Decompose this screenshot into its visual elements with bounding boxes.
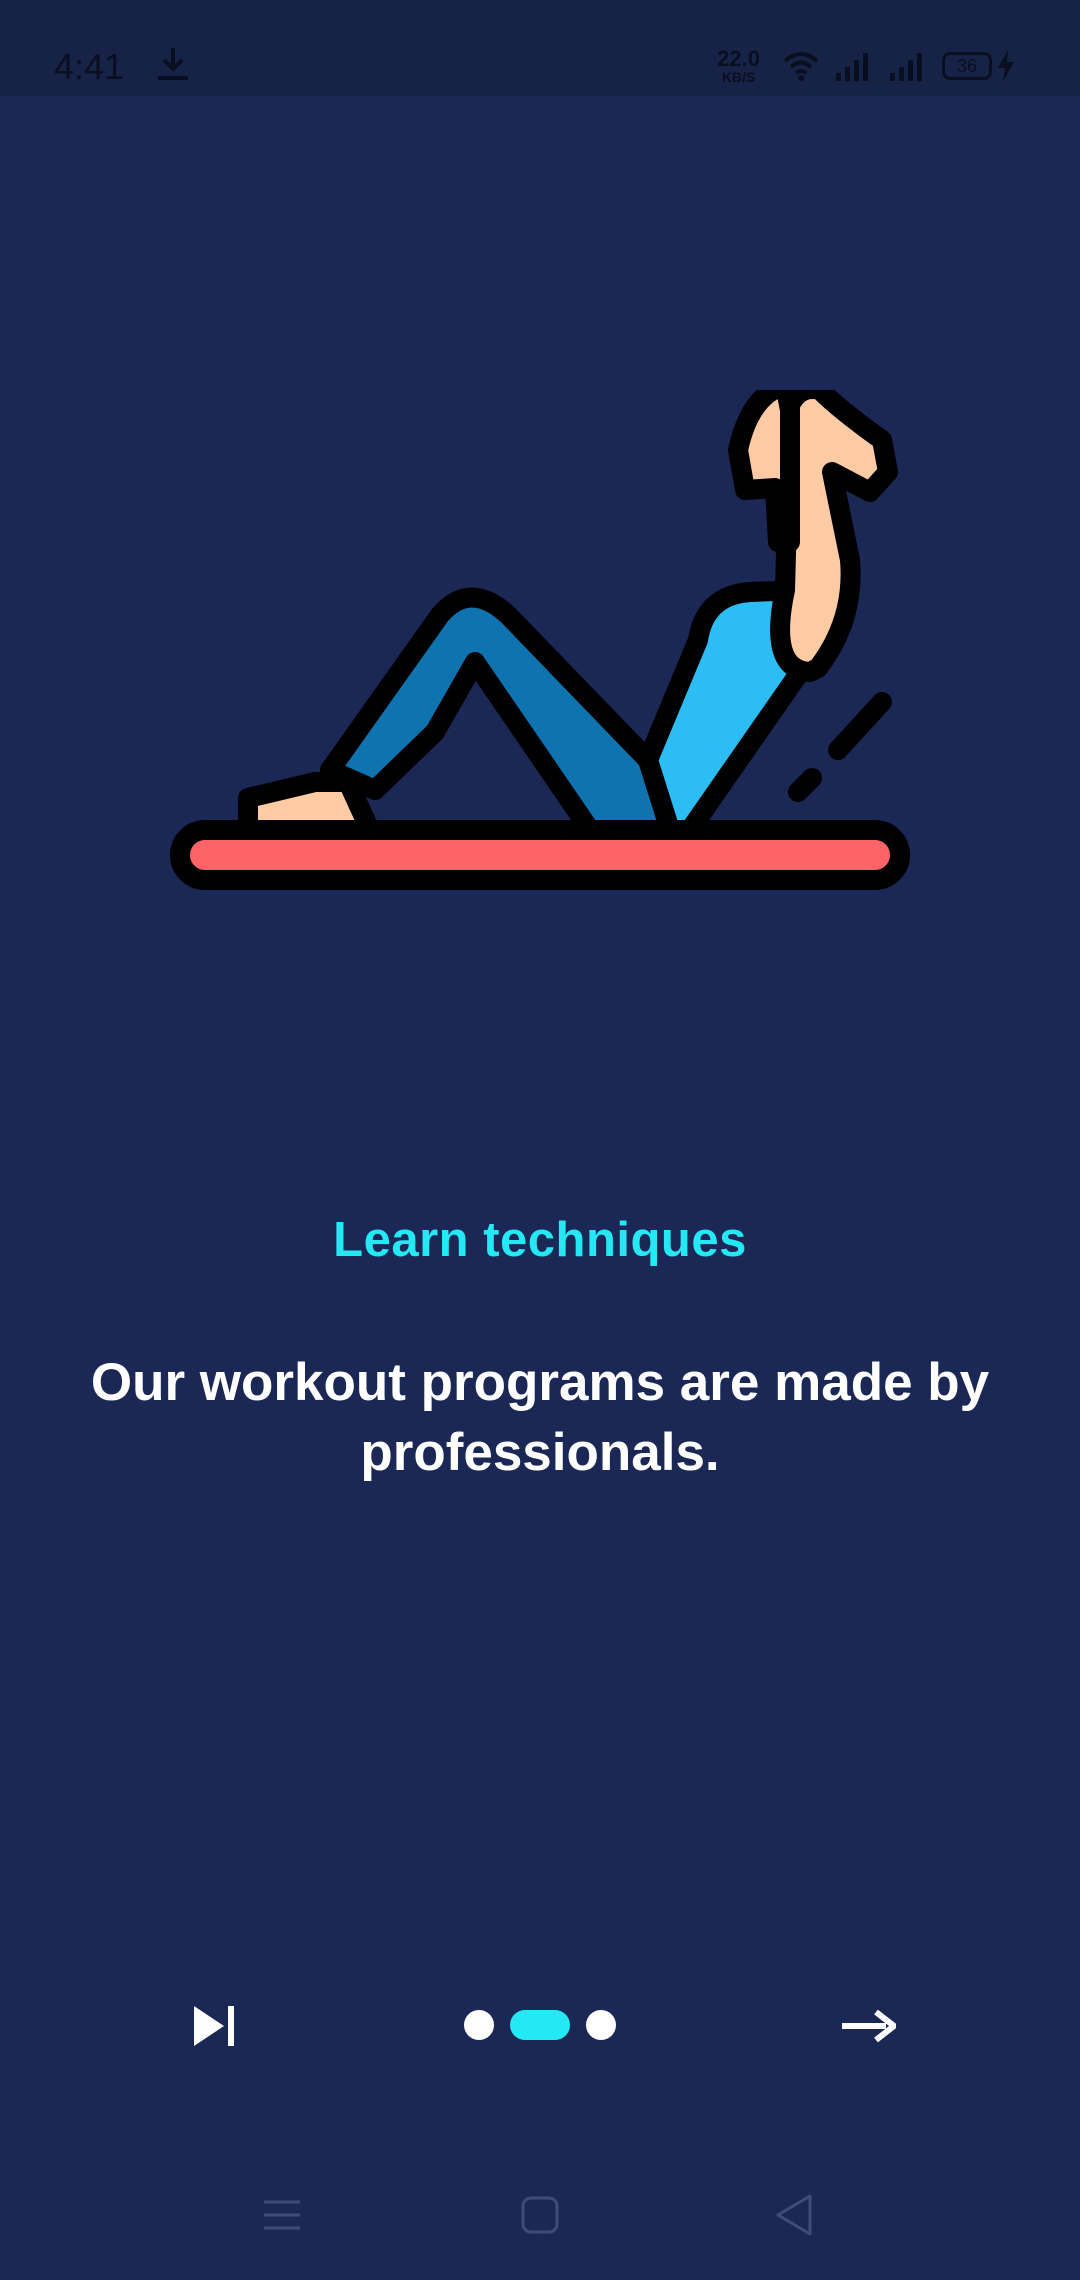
battery-icon: 36 [942, 52, 992, 80]
download-icon [158, 48, 188, 80]
wifi-icon [783, 52, 819, 81]
onboarding-subtitle: Learn techniques [333, 1213, 747, 1267]
page-indicator [0, 2010, 1080, 2040]
status-bar: 4:41 22.0 KB/S 36 [0, 0, 1080, 96]
page-dot [464, 2010, 494, 2040]
signal-icon [890, 53, 922, 81]
network-speed-value: 22.0 [717, 46, 760, 71]
next-button[interactable] [840, 2004, 896, 2048]
status-icons: 22.0 KB/S 36 [717, 44, 1030, 88]
arrow-right-icon [842, 2009, 896, 2043]
page-dot-active [510, 2010, 570, 2040]
battery-level: 36 [956, 55, 978, 76]
signal-icon [836, 53, 868, 81]
situp-illustration [170, 390, 910, 890]
onboarding-description: Our workout programs are made by profess… [90, 1353, 990, 1482]
home-icon[interactable] [520, 2190, 560, 2240]
network-speed: 22.0 KB/S [717, 46, 760, 85]
menu-icon[interactable] [262, 2190, 302, 2240]
page-dot [586, 2010, 616, 2040]
charging-icon [998, 50, 1014, 82]
status-time: 4:41 [54, 46, 125, 87]
network-speed-unit: KB/S [721, 69, 756, 85]
back-icon[interactable] [774, 2190, 814, 2240]
